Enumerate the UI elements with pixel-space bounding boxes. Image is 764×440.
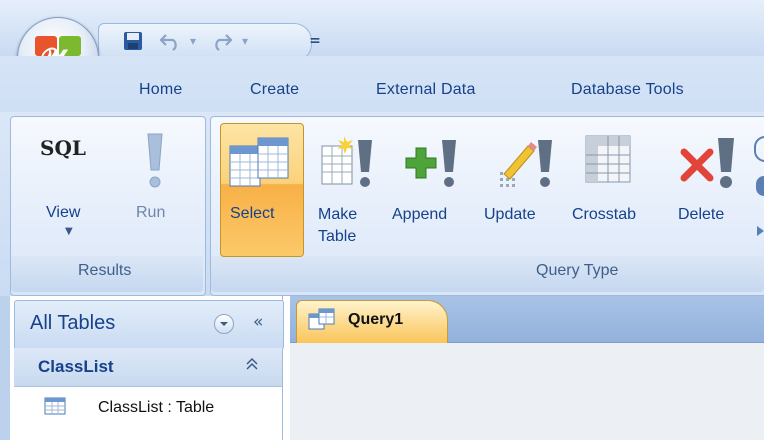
customize-dropdown-icon[interactable]: =	[306, 28, 324, 54]
undo-dropdown-icon[interactable]: ▾	[186, 28, 200, 54]
select-query-icon	[229, 137, 289, 187]
run-button-label: Run	[136, 204, 166, 221]
delete-button[interactable]: Delete	[672, 126, 748, 254]
redo-dropdown-icon[interactable]: ▾	[238, 28, 252, 54]
view-button[interactable]: SQL View ▼	[22, 126, 118, 252]
nav-group-collapse-icon[interactable]	[244, 356, 260, 376]
append-button[interactable]: Append	[386, 126, 478, 254]
redo-icon[interactable]	[208, 28, 236, 54]
query-icon	[308, 308, 335, 330]
crosstab-button[interactable]: Crosstab	[572, 126, 668, 254]
navigation-pane-title: All Tables	[30, 312, 116, 334]
document-tab-label: Query1	[348, 311, 404, 328]
select-button-label: Select	[230, 205, 275, 222]
delete-button-label: Delete	[678, 206, 725, 223]
view-button-label: View	[46, 204, 81, 221]
shutter-bar-collapse-icon[interactable]: «	[253, 312, 263, 332]
view-dropdown-icon: ▼	[65, 226, 73, 237]
tab-create[interactable]: Create	[250, 81, 299, 99]
append-icon	[405, 140, 456, 187]
tab-home[interactable]: Home	[139, 81, 182, 99]
update-icon	[500, 140, 552, 187]
delete-icon	[680, 138, 734, 188]
nav-item-label: ClassList : Table	[98, 399, 215, 416]
update-button[interactable]: Update	[480, 126, 566, 254]
nav-menu-dropdown-icon[interactable]	[214, 314, 234, 334]
make-table-label-line1: Make	[318, 206, 358, 223]
tab-external-data[interactable]: External Data	[376, 81, 476, 99]
crosstab-button-label: Crosstab	[572, 206, 637, 223]
make-table-icon	[321, 136, 372, 187]
results-group-label: Results	[78, 262, 132, 279]
sql-view-icon: SQL	[40, 136, 86, 160]
make-table-label-line2: Table	[318, 228, 357, 245]
undo-icon[interactable]	[156, 28, 184, 54]
query-type-group-label: Query Type	[536, 262, 619, 279]
append-button-label: Append	[392, 206, 448, 223]
run-button[interactable]: Run	[126, 126, 196, 252]
update-button-label: Update	[484, 206, 536, 223]
nav-group-title: ClassList	[38, 357, 114, 376]
partial-icon-middle[interactable]	[756, 176, 764, 196]
crosstab-icon	[585, 135, 631, 183]
table-icon	[44, 397, 66, 415]
query-type-group-label-bar	[211, 256, 764, 292]
run-exclamation-icon	[147, 133, 163, 188]
save-icon[interactable]	[120, 28, 146, 54]
window-frame-left	[0, 296, 10, 440]
tab-database-tools[interactable]: Database Tools	[571, 81, 684, 99]
make-table-button[interactable]: Make Table	[310, 126, 378, 254]
